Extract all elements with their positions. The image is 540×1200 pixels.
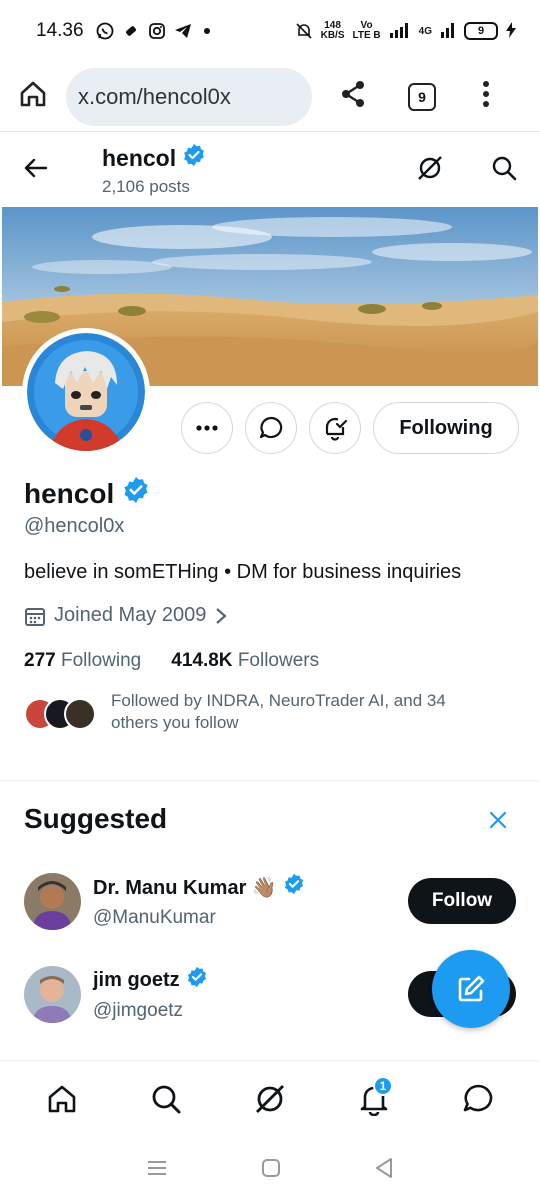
verified-badge-icon (122, 476, 150, 511)
bell-check-icon (325, 417, 348, 441)
suggested-user-info: Dr. Manu Kumar 👋🏽 @ManuKumar (93, 873, 305, 929)
signal-icon (389, 22, 411, 41)
back-arrow-icon[interactable] (22, 154, 50, 187)
suggested-user-name: jim goetz (93, 966, 208, 994)
recent-apps-icon[interactable] (146, 1159, 168, 1182)
profile-top-actions (416, 154, 518, 187)
tab-switcher-button[interactable]: 9 (408, 82, 436, 111)
following-button[interactable]: Following (373, 402, 519, 454)
system-nav-bar (0, 1140, 540, 1200)
search-icon[interactable] (490, 154, 518, 187)
back-button-icon[interactable] (374, 1157, 394, 1184)
section-divider (0, 780, 540, 781)
profile-avatar[interactable] (22, 328, 150, 456)
volte-indicator: Vo LTE B (352, 20, 381, 41)
status-time: 14.36 (36, 20, 84, 41)
profile-handle: @hencol0x (24, 515, 125, 537)
compose-icon (458, 975, 485, 1002)
home-icon (48, 1085, 76, 1112)
status-system-icons: 148 KB/S Vo LTE B 4G 9 (295, 21, 516, 41)
profile-joined[interactable]: Joined May 2009 (24, 604, 228, 627)
nav-home[interactable] (37, 1074, 87, 1124)
more-notifications-dot (203, 28, 210, 34)
suggested-user-handle: @ManuKumar (93, 907, 216, 928)
message-button[interactable] (245, 402, 297, 454)
profile-post-count: 2,106 posts (102, 177, 190, 196)
profile-top-titles: hencol 2,106 posts (102, 143, 206, 197)
nav-search[interactable] (141, 1074, 191, 1124)
compose-post-button[interactable] (432, 950, 510, 1028)
suggested-user-row[interactable]: Dr. Manu Kumar 👋🏽 @ManuKumar Follow (24, 871, 516, 931)
suggested-user-avatar[interactable] (24, 965, 81, 1023)
calendar-icon (25, 607, 45, 626)
notifications-badge: 1 (373, 1075, 393, 1096)
grok-icon (256, 1084, 284, 1113)
suggested-user-avatar[interactable] (24, 872, 81, 930)
whatsapp-icon (96, 22, 114, 40)
nav-notifications[interactable]: 1 (349, 1074, 399, 1124)
charging-icon (506, 21, 516, 41)
url-bar[interactable]: x.com/hencol0x (66, 67, 312, 126)
suggested-user-handle: @jimgoetz (93, 1000, 184, 1021)
browser-menu-icon[interactable] (482, 80, 490, 113)
more-dots-icon (196, 425, 218, 431)
mini-avatar (64, 698, 96, 730)
verified-badge-icon (182, 143, 206, 173)
followed-by-section[interactable]: Followed by INDRA, NeuroTrader AI, and 3… (24, 690, 491, 734)
verified-badge-icon (283, 873, 305, 901)
chevron-right-icon (216, 607, 227, 624)
browser-toolbar: x.com/hencol0x 9 (0, 62, 540, 132)
network-type: 4G (418, 25, 432, 37)
profile-actions: Following (181, 402, 519, 454)
status-notification-icons (96, 22, 210, 40)
telegram-icon (174, 22, 192, 40)
nav-messages[interactable] (453, 1074, 503, 1124)
more-options-button[interactable] (181, 402, 233, 454)
eraser-icon (122, 22, 140, 40)
mute-bell-icon (295, 22, 313, 40)
follow-button[interactable]: Follow (408, 878, 516, 924)
instagram-icon (148, 22, 166, 40)
status-bar: 14.36 148 KB/S Vo LTE B 4G 9 (0, 0, 540, 62)
suggested-user-info: jim goetz @jimgoetz (93, 966, 208, 1022)
browser-home-icon[interactable] (18, 79, 48, 114)
nav-grok[interactable] (245, 1074, 295, 1124)
profile-stats: 277 Following 414.8K Followers (24, 650, 319, 672)
battery-indicator: 9 (464, 22, 498, 40)
suggested-title: Suggested (24, 803, 168, 834)
notifications-subscribe-button[interactable] (309, 402, 361, 454)
profile-top-bar: hencol 2,106 posts (0, 132, 540, 208)
verified-badge-icon (186, 966, 208, 994)
bottom-nav: 1 (0, 1060, 540, 1136)
followed-by-text: Followed by INDRA, NeuroTrader AI, and 3… (111, 691, 446, 732)
profile-top-name: hencol (102, 143, 206, 173)
grok-icon[interactable] (416, 154, 444, 187)
profile-bio: believe in somETHing • DM for business i… (24, 561, 462, 583)
search-icon (152, 1085, 181, 1113)
suggested-user-name: Dr. Manu Kumar 👋🏽 (93, 873, 305, 901)
following-count-link[interactable]: 277 Following (24, 650, 141, 672)
message-icon (463, 1084, 493, 1111)
close-icon[interactable] (488, 810, 508, 835)
followed-by-avatars (24, 698, 96, 734)
share-icon[interactable] (338, 79, 368, 114)
signal-icon-2 (440, 22, 456, 41)
profile-name: hencol (24, 476, 150, 511)
message-icon (259, 416, 283, 439)
home-button-icon[interactable] (261, 1158, 281, 1183)
followers-count-link[interactable]: 414.8K Followers (171, 650, 319, 672)
net-speed: 148 KB/S (320, 20, 345, 41)
